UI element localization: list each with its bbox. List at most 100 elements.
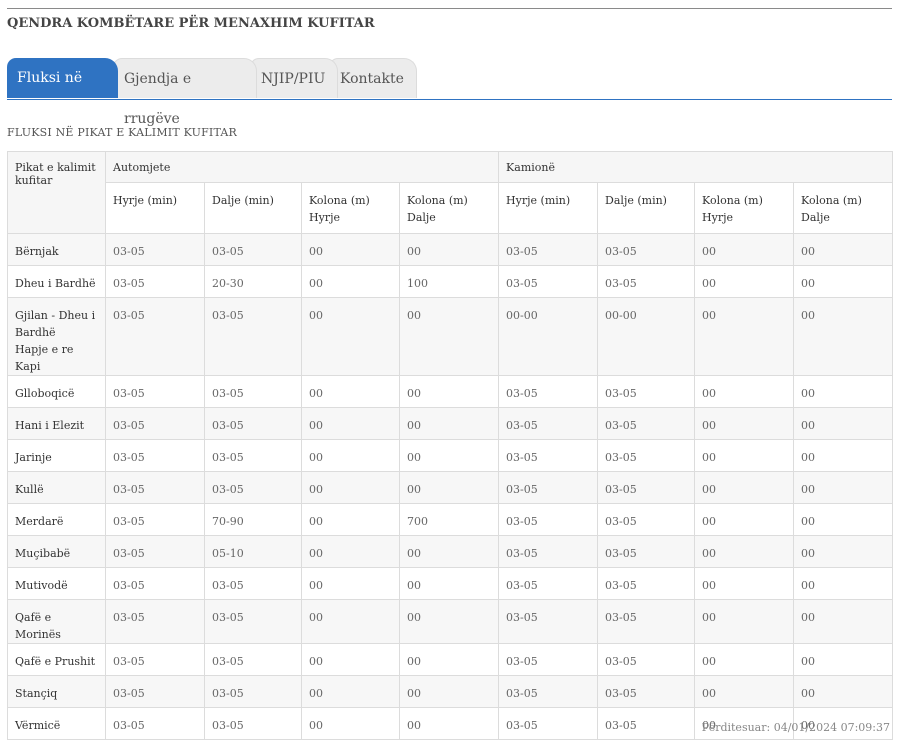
table-cell: 00 (793, 233, 894, 266)
table-cell: 00 (301, 707, 400, 740)
header-cars-queue-exit: Kolona (m) Dalje (398, 182, 500, 234)
table-row: Hani i Elezit 03-05 03-05 00 00 03-05 03-05 00 0… (7, 407, 894, 440)
table-cell: 03-05 (498, 439, 599, 472)
page: QENDRA KOMBËTARE PËR MENAXHIM KUFITAR Fl… (0, 0, 900, 743)
header-trucks-exit: Dalje (min) (597, 182, 696, 234)
border-point-name: Glloboqicë (7, 375, 106, 408)
header-cars-entry: Hyrje (min) (105, 182, 205, 234)
header-cars-exit: Dalje (min) (204, 182, 302, 234)
table-cell: 03-05 (105, 297, 205, 376)
table-row: Glloboqicë 03-05 03-05 00 00 03-05 03-05 00 00 (7, 375, 894, 408)
header-trucks-queue-exit: Kolona (m) Dalje (793, 182, 894, 234)
table-cell: 03-05 (498, 707, 599, 740)
table-cell: 03-05 (105, 707, 205, 740)
table-cell: 03-05 (204, 297, 302, 376)
tab-fluksi[interactable]: Fluksi në kufi (7, 58, 118, 126)
table-cell: 03-05 (204, 407, 302, 440)
table-cell: 03-05 (105, 471, 205, 504)
table-cell: 03-05 (204, 375, 302, 408)
table-cell: 00 (398, 407, 500, 440)
table-cell: 00 (398, 233, 500, 266)
table-cell: 00 (793, 439, 894, 472)
table-cell: 00 (398, 567, 500, 600)
table-cell: 00 (301, 567, 400, 600)
table-cell: 03-05 (498, 375, 599, 408)
border-point-label: Gjilan - Dheu i Bardhë (15, 309, 96, 339)
table-cell: 00 (301, 265, 400, 298)
table-cell: 03-05 (105, 375, 205, 408)
tab-bar: Fluksi në kufi Gjendja e rrugëve NJIP/PI… (7, 58, 892, 127)
table-cell: 03-05 (105, 643, 205, 676)
table-cell: 00 (694, 471, 795, 504)
table-row: Qafë e Morinës 03-05 03-05 00 00 03-05 03-05 00… (7, 599, 894, 644)
border-point-label: Jarinje (15, 451, 52, 464)
table-cell: 00 (793, 297, 894, 376)
table-cell: 03-05 (498, 233, 599, 266)
site-title: QENDRA KOMBËTARE PËR MENAXHIM KUFITAR (7, 16, 375, 31)
table-cell: 03-05 (204, 599, 302, 644)
table-cell: 00 (398, 535, 500, 568)
table-cell: 00 (301, 233, 400, 266)
border-point-name: Kullë (7, 471, 106, 504)
table-cell: 70-90 (204, 503, 302, 536)
table-cell: 03-05 (105, 233, 205, 266)
table-cell: 03-05 (597, 471, 696, 504)
table-cell: 03-05 (498, 265, 599, 298)
table-cell: 03-05 (597, 707, 696, 740)
table-cell: 00 (793, 471, 894, 504)
table-cell: 00 (301, 643, 400, 676)
table-cell: 00 (793, 375, 894, 408)
table-cell: 03-05 (105, 675, 205, 708)
table-cell: 00 (301, 407, 400, 440)
border-point-label: Stançiq (15, 687, 58, 700)
table-cell: 00 (694, 535, 795, 568)
table-cell: 00 (398, 297, 500, 376)
table-row: Stançiq 03-05 03-05 00 00 03-05 03-05 00 00 (7, 675, 894, 708)
border-point-label: Qafë e Morinës (15, 611, 61, 641)
tab-kontakte[interactable]: Kontakte (329, 58, 417, 98)
table-row: Kullë 03-05 03-05 00 00 03-05 03-05 00 00 (7, 471, 894, 504)
table-cell: 03-05 (498, 503, 599, 536)
border-flux-table: Pikat e kalimit kufitar Automjete Kamion… (7, 151, 894, 740)
border-point-name: Stançiq (7, 675, 106, 708)
border-point-label: Hani i Elezit (15, 419, 85, 432)
border-point-name: Gjilan - Dheu i Bardhë Hapje e re Kapi (7, 297, 106, 376)
table-cell: 00 (398, 471, 500, 504)
tab-gjendja[interactable]: Gjendja e rrugëve (113, 58, 257, 127)
table-cell: 00 (694, 675, 795, 708)
table-cell: 700 (398, 503, 500, 536)
table-cell: 03-05 (498, 567, 599, 600)
table-cell: 03-05 (204, 439, 302, 472)
table-cell: 03-05 (105, 407, 205, 440)
table-cell: 00 (398, 599, 500, 644)
table-cell: 00 (694, 375, 795, 408)
table-cell: 03-05 (498, 471, 599, 504)
border-point-label: Kullë (15, 483, 44, 496)
header-group-trucks: Kamionë (498, 151, 894, 183)
table-cell: 03-05 (204, 643, 302, 676)
border-point-name: Vërmicë (7, 707, 106, 740)
table-cell: 00 (301, 535, 400, 568)
table-cell: 00 (793, 407, 894, 440)
table-row: Dheu i Bardhë 03-05 20-30 00 100 03-05 03-05 00… (7, 265, 894, 298)
table-cell: 03-05 (597, 675, 696, 708)
table-cell: 00 (793, 599, 894, 644)
border-point-label: Merdarë (15, 515, 64, 528)
table-cell: 03-05 (105, 599, 205, 644)
border-point-name: Bërnjak (7, 233, 106, 266)
table-cell: 00 (694, 439, 795, 472)
table-cell: 00 (694, 407, 795, 440)
border-point-name: Qafë e Prushit (7, 643, 106, 676)
border-point-label: Bërnjak (15, 245, 59, 258)
tab-njip[interactable]: NJIP/PIU (250, 58, 338, 98)
table-cell: 05-10 (204, 535, 302, 568)
border-point-label: Mutivodë (15, 579, 68, 592)
table-cell: 03-05 (105, 535, 205, 568)
border-point-name: Muçibabë (7, 535, 106, 568)
table-row: Merdarë 03-05 70-90 00 700 03-05 03-05 00 00 (7, 503, 894, 536)
border-point-name: Merdarë (7, 503, 106, 536)
table-cell: 00 (694, 503, 795, 536)
table-cell: 00 (793, 503, 894, 536)
table-cell: 03-05 (105, 503, 205, 536)
table-cell: 00 (694, 643, 795, 676)
